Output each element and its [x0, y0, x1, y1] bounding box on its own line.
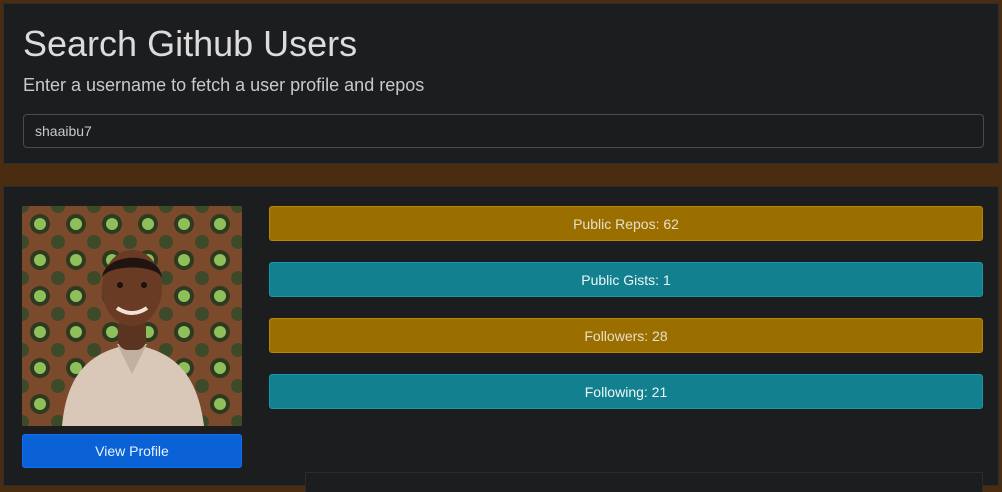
search-input[interactable] [23, 114, 984, 148]
public-gists-badge: Public Gists: 1 [269, 262, 983, 297]
user-avatar-photo [22, 206, 242, 426]
search-card: Search Github Users Enter a username to … [3, 3, 999, 164]
profile-card: View Profile Public Repos: 62 Public Gis… [3, 186, 999, 492]
search-subtitle: Enter a username to fetch a user profile… [23, 75, 425, 95]
following-badge: Following: 21 [269, 374, 983, 409]
repos-panel [305, 472, 983, 492]
public-repos-badge: Public Repos: 62 [269, 206, 983, 241]
page-title: Search Github Users [23, 23, 358, 64]
view-profile-button[interactable]: View Profile [22, 434, 242, 468]
avatar [22, 206, 242, 426]
followers-badge: Followers: 28 [269, 318, 983, 353]
